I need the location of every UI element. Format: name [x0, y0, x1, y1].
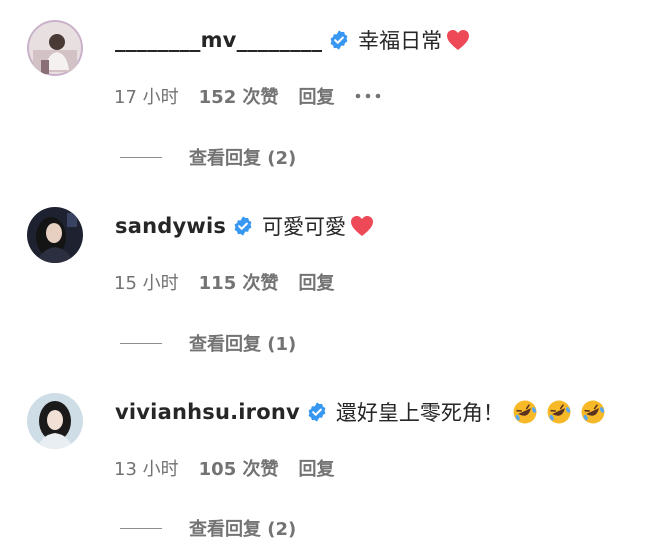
avatar-image	[27, 20, 83, 76]
more-options-icon[interactable]	[354, 91, 382, 101]
view-replies-label: 查看回复 (2)	[189, 148, 297, 169]
comment-line: vivianhsu.ironv 還好皇上零死角！	[115, 396, 606, 428]
rolling-laughing-emoji-icon	[546, 399, 572, 425]
username[interactable]: sandywis	[115, 214, 226, 238]
verified-badge-icon	[232, 215, 254, 237]
comment-meta: 13 小时 105 次赞 回复	[114, 455, 334, 481]
comment-time: 17 小时	[114, 87, 179, 108]
comment-line: ________mv________ 幸福日常	[115, 24, 470, 56]
username[interactable]: ________mv________	[115, 28, 322, 52]
verified-badge-icon	[306, 401, 328, 423]
view-replies-button[interactable]: 查看回复 (2)	[120, 144, 296, 170]
view-replies-label: 查看回复 (1)	[189, 334, 297, 355]
divider-line	[120, 527, 162, 529]
likes-count[interactable]: 105 次赞	[199, 455, 279, 481]
avatar-image	[27, 393, 83, 449]
comment-text: 可愛可愛	[262, 215, 347, 239]
rolling-laughing-emoji-icon	[580, 399, 606, 425]
reply-button[interactable]: 回复	[298, 455, 334, 481]
comment-time: 15 小时	[114, 273, 179, 294]
divider-line	[120, 342, 162, 344]
comment-time: 13 小时	[114, 459, 179, 480]
view-replies-label: 查看回复 (2)	[189, 519, 297, 540]
comment-meta: 17 小时 152 次赞 回复	[114, 83, 382, 109]
avatar[interactable]	[27, 207, 83, 263]
verified-badge-icon	[328, 29, 350, 51]
reply-button[interactable]: 回复	[298, 83, 334, 109]
comment-line: sandywis 可愛可愛	[115, 210, 374, 242]
view-replies-button[interactable]: 查看回复 (1)	[120, 330, 296, 356]
username[interactable]: vivianhsu.ironv	[115, 400, 300, 424]
avatar[interactable]	[27, 20, 83, 76]
red-heart-icon	[446, 29, 470, 51]
divider-line	[120, 156, 162, 158]
likes-count[interactable]: 115 次赞	[199, 269, 279, 295]
avatar-image	[27, 207, 83, 263]
reply-button[interactable]: 回复	[298, 269, 334, 295]
comment-text: 還好皇上零死角！	[335, 401, 504, 425]
red-heart-icon	[350, 215, 374, 237]
comment-text: 幸福日常	[358, 29, 443, 53]
rolling-laughing-emoji-icon	[512, 399, 538, 425]
comment-meta: 15 小时 115 次赞 回复	[114, 269, 334, 295]
avatar[interactable]	[27, 393, 83, 449]
view-replies-button[interactable]: 查看回复 (2)	[120, 515, 296, 541]
likes-count[interactable]: 152 次赞	[199, 83, 279, 109]
